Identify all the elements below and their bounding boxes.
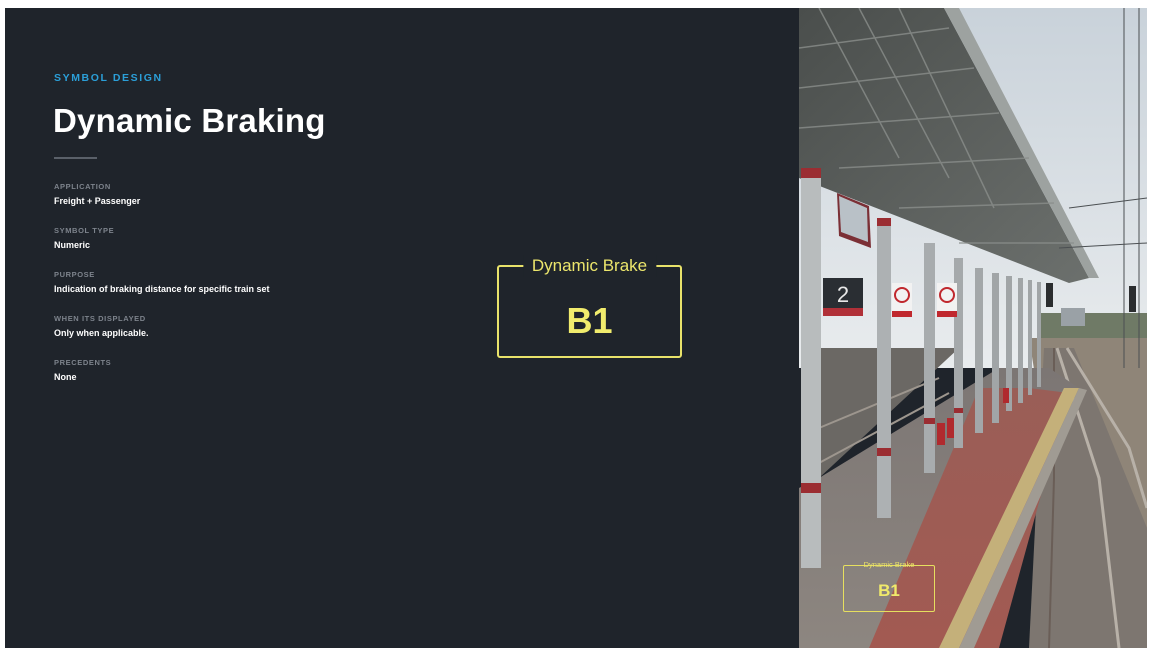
field-label: WHEN ITS DISPLAYED [54, 314, 146, 323]
dynamic-brake-overlay: Dynamic Brake B1 [843, 560, 935, 612]
station-platform-image: 2 [799, 8, 1147, 648]
field-label: APPLICATION [54, 182, 111, 191]
slide: SYMBOL DESIGN Dynamic Braking APPLICATIO… [5, 8, 1147, 648]
field-value: Numeric [54, 240, 91, 250]
info-panel: SYMBOL DESIGN Dynamic Braking APPLICATIO… [5, 8, 799, 648]
field-value: Indication of braking distance for speci… [54, 284, 270, 294]
field-label: PURPOSE [54, 270, 95, 279]
symbol-code: B1 [566, 300, 613, 341]
overlay-label: Dynamic Brake [863, 560, 915, 569]
field-list: APPLICATION Freight + Passenger SYMBOL T… [54, 182, 414, 402]
field-value: None [54, 372, 77, 382]
field-when-displayed: WHEN ITS DISPLAYED Only when applicable. [54, 314, 414, 358]
section-eyebrow: SYMBOL DESIGN [54, 72, 163, 84]
field-value: Only when applicable. [54, 328, 149, 338]
field-application: APPLICATION Freight + Passenger [54, 182, 414, 226]
field-label: SYMBOL TYPE [54, 226, 115, 235]
field-value: Freight + Passenger [54, 196, 141, 206]
field-label: PRECEDENTS [54, 358, 112, 367]
platform-number-sign: 2 [837, 282, 849, 307]
symbol-label: Dynamic Brake [522, 255, 657, 277]
field-symbol-type: SYMBOL TYPE Numeric [54, 226, 414, 270]
platform-photo: 2 Dynamic Brake B1 [799, 8, 1147, 648]
page-title: Dynamic Braking [53, 102, 326, 139]
field-purpose: PURPOSE Indication of braking distance f… [54, 270, 414, 314]
dynamic-brake-symbol: Dynamic Brake B1 [497, 255, 682, 358]
title-divider [54, 157, 97, 159]
field-precedents: PRECEDENTS None [54, 358, 414, 402]
overlay-code: B1 [878, 581, 900, 600]
